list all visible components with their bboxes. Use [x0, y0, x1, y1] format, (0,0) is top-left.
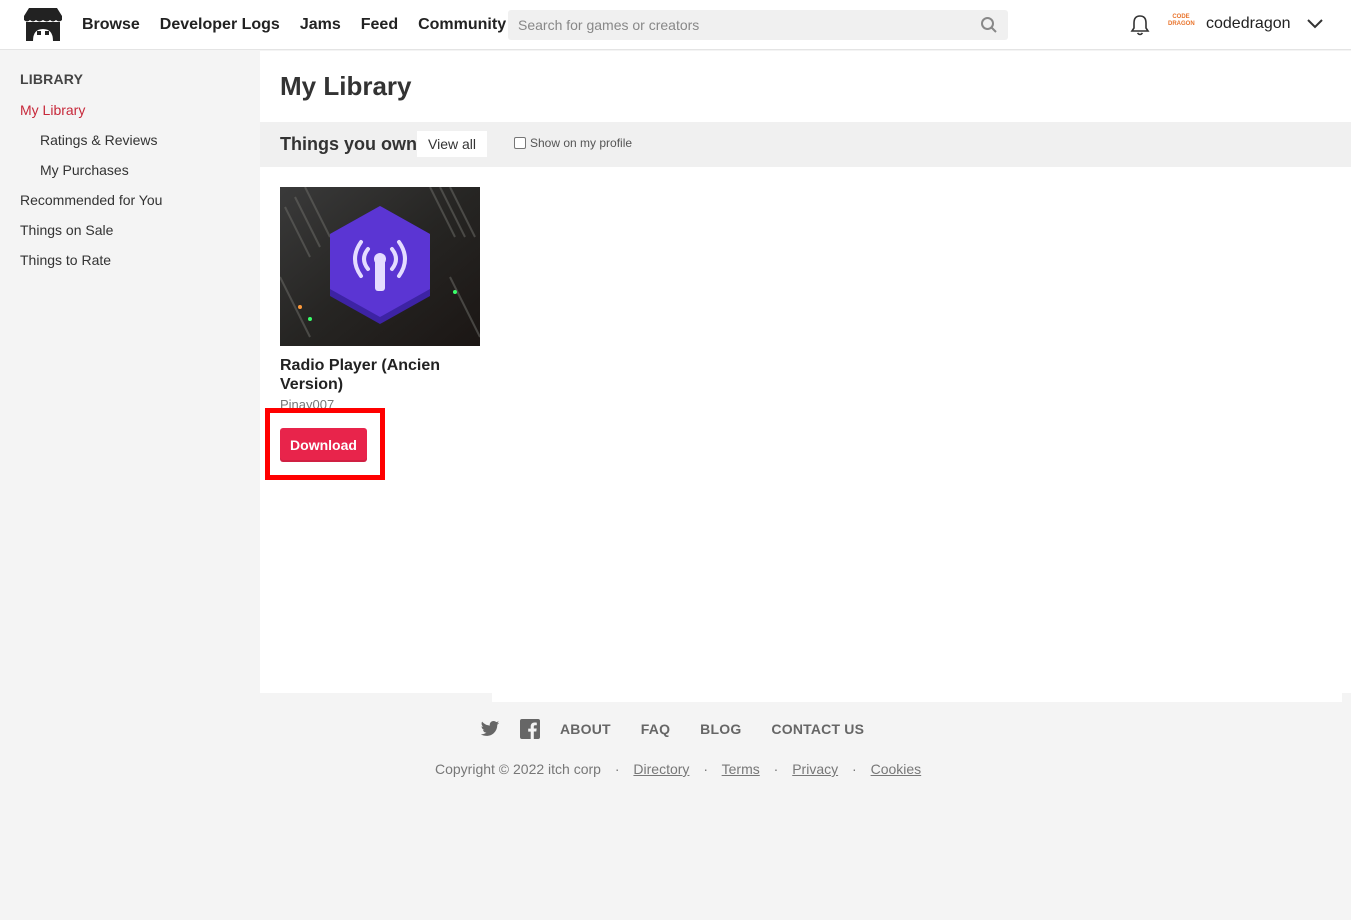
footer-privacy-link[interactable]: Privacy — [792, 761, 838, 777]
separator-dot: · — [614, 761, 620, 777]
page-title: My Library — [280, 71, 412, 101]
content-bottom-strip — [492, 693, 1342, 702]
sidebar-item-things-on-sale[interactable]: Things on Sale — [20, 222, 113, 238]
game-title[interactable]: Radio Player (Ancien Version) — [280, 356, 480, 394]
sidebar-item-ratings-reviews[interactable]: Ratings & Reviews — [40, 132, 158, 148]
footer-faq-link[interactable]: FAQ — [641, 721, 670, 737]
twitter-icon[interactable] — [480, 720, 500, 738]
footer-links: ABOUT FAQ BLOG CONTACT US — [480, 717, 894, 741]
avatar[interactable]: CODE DRAGON — [1168, 14, 1195, 36]
facebook-icon[interactable] — [520, 719, 540, 739]
twitter-link[interactable] — [480, 720, 500, 738]
copyright-line: Copyright © 2022 itch corp · Directory ·… — [435, 761, 921, 777]
sidebar-heading: LIBRARY — [20, 71, 84, 87]
itch-logo-icon[interactable] — [23, 7, 63, 43]
search-box — [508, 10, 1008, 40]
footer-blog-link[interactable]: BLOG — [700, 721, 741, 737]
owned-section-header: Things you own View all Show on my profi… — [260, 122, 1351, 167]
chevron-down-icon[interactable] — [1306, 16, 1324, 32]
nav-feed[interactable]: Feed — [361, 16, 398, 34]
facebook-link[interactable] — [520, 719, 540, 739]
nav-browse[interactable]: Browse — [82, 16, 140, 34]
library-main: My Library Things you own View all Show … — [260, 51, 1351, 693]
copyright-text: Copyright © 2022 itch corp — [435, 761, 601, 777]
search-input[interactable] — [508, 10, 968, 40]
section-title: Things you own — [280, 134, 417, 154]
bell-icon[interactable] — [1130, 14, 1150, 36]
download-button[interactable]: Download — [280, 428, 367, 462]
footer-about-link[interactable]: ABOUT — [560, 721, 611, 737]
show-on-profile-toggle[interactable]: Show on my profile — [514, 136, 632, 150]
main-nav: Browse Developer Logs Jams Feed Communit… — [82, 0, 526, 50]
game-cell: Radio Player (Ancien Version) Pinay007 — [280, 187, 480, 409]
view-all-button[interactable]: View all — [417, 131, 487, 157]
show-on-profile-label: Show on my profile — [530, 136, 633, 150]
separator-dot: · — [852, 761, 857, 777]
nav-developer-logs[interactable]: Developer Logs — [160, 16, 280, 34]
footer-contact-link[interactable]: CONTACT US — [771, 721, 864, 737]
top-header: Browse Developer Logs Jams Feed Communit… — [0, 0, 1351, 50]
nav-jams[interactable]: Jams — [300, 16, 341, 34]
library-sidebar: LIBRARY My Library Ratings & Reviews My … — [0, 51, 260, 691]
separator-dot: · — [773, 761, 779, 777]
sidebar-item-things-to-rate[interactable]: Things to Rate — [20, 252, 111, 268]
nav-community[interactable]: Community — [418, 16, 506, 34]
show-on-profile-checkbox[interactable] — [514, 137, 526, 149]
sidebar-item-my-library[interactable]: My Library — [20, 102, 85, 118]
footer-cookies-link[interactable]: Cookies — [871, 761, 922, 777]
sidebar-item-my-purchases[interactable]: My Purchases — [40, 162, 129, 178]
separator-dot: · — [703, 761, 708, 777]
game-thumbnail[interactable] — [280, 187, 480, 346]
search-icon[interactable] — [980, 16, 998, 34]
footer-terms-link[interactable]: Terms — [722, 761, 760, 777]
sidebar-item-recommended[interactable]: Recommended for You — [20, 192, 162, 208]
username[interactable]: codedragon — [1206, 15, 1291, 33]
footer-directory-link[interactable]: Directory — [633, 761, 689, 777]
